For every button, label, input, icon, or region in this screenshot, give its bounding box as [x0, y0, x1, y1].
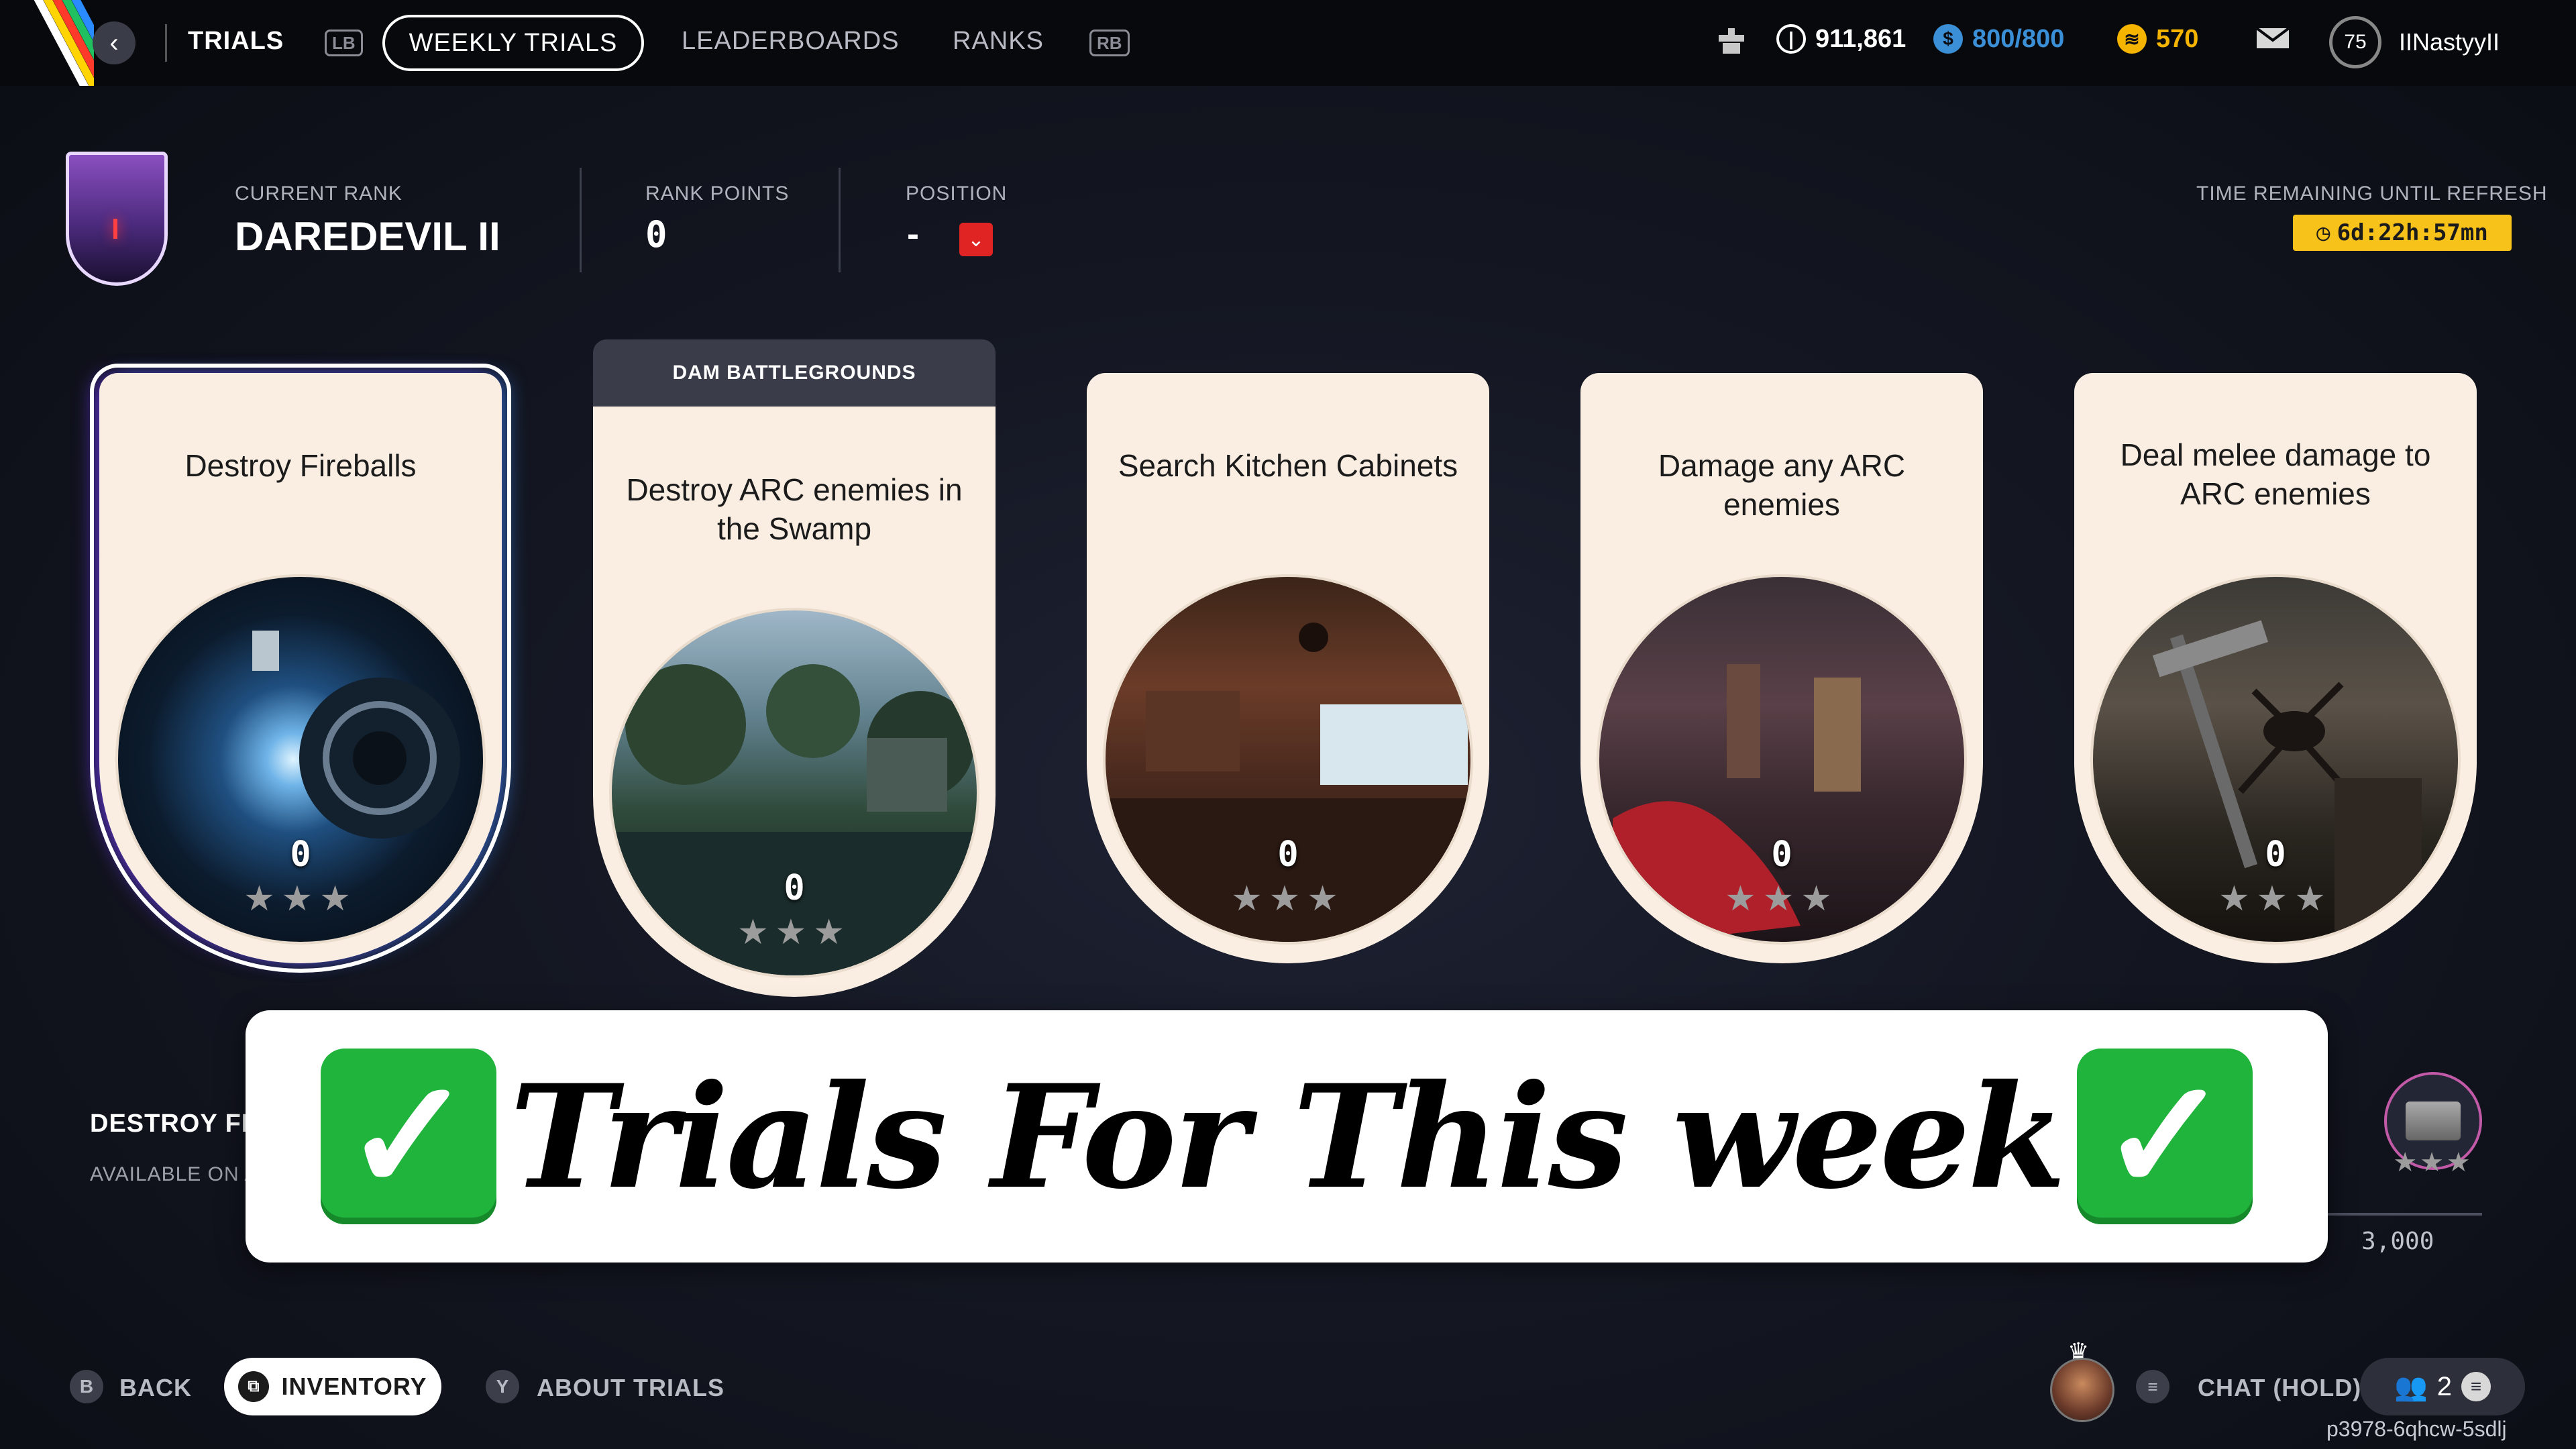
- trial-image: 0 ★★★: [115, 574, 486, 945]
- clock-icon: ◷: [2316, 219, 2330, 246]
- green-check-icon: ✓: [2077, 1049, 2253, 1224]
- lb-button-icon[interactable]: LB: [325, 30, 363, 56]
- token-icon: ≋: [2117, 24, 2147, 54]
- cred-display: $ 800/800: [1933, 24, 2064, 54]
- player-name[interactable]: IINastyyII: [2399, 28, 2500, 56]
- about-trials-button[interactable]: ABOUT TRIALS: [537, 1374, 724, 1402]
- overlay-banner: ✓ Trials For This week ✓: [246, 1010, 2328, 1263]
- trial-card-search-kitchen[interactable]: Search Kitchen Cabinets 0 ★★★: [1087, 373, 1489, 963]
- divider: [839, 168, 841, 272]
- inventory-button[interactable]: ⧉ INVENTORY: [224, 1358, 441, 1415]
- back-button[interactable]: BACK: [119, 1374, 192, 1402]
- trial-image: 0 ★★★: [1103, 574, 1473, 945]
- party-count: 2: [2436, 1371, 2453, 1401]
- coins-value: 911,861: [1815, 24, 1907, 53]
- inventory-icon: ⧉: [238, 1371, 270, 1402]
- session-id: p3978-6qhcw-5sdlj: [2326, 1417, 2507, 1441]
- trial-title: Damage any ARC enemies: [1658, 448, 1906, 522]
- rainbow-logo-stripes: [0, 0, 94, 86]
- inventory-label: INVENTORY: [281, 1373, 427, 1400]
- avatar[interactable]: [2050, 1358, 2114, 1422]
- divider: [580, 168, 582, 272]
- envelope-icon: [2255, 27, 2290, 48]
- map-tag: DAM BATTLEGROUNDS: [593, 339, 996, 407]
- nav-trials[interactable]: TRIALS: [188, 27, 284, 56]
- coins-display: | 911,861: [1776, 24, 1906, 54]
- cred-icon: $: [1933, 24, 1963, 54]
- trial-title: Destroy ARC enemies in the Swamp: [626, 472, 963, 546]
- back-arrow-icon[interactable]: ‹: [93, 21, 136, 64]
- trial-score: 0: [1771, 835, 1792, 875]
- current-rank-value: DAREDEVIL II: [235, 214, 500, 259]
- timer-value: 6d:22h:57mn: [2337, 219, 2488, 246]
- chevron-down-icon[interactable]: ⌄: [959, 223, 993, 256]
- party-button[interactable]: 👥 2 ≡: [2360, 1358, 2525, 1415]
- time-remaining-label: TIME REMAINING UNTIL REFRESH: [2196, 182, 2548, 205]
- position-label: POSITION: [906, 182, 1008, 205]
- selected-trial-title: DESTROY FI: [90, 1110, 250, 1138]
- divider: [165, 24, 167, 62]
- tokens-display: ≋ 570: [2117, 24, 2198, 54]
- coin-icon: |: [1776, 24, 1806, 54]
- y-button-icon[interactable]: Y: [486, 1370, 519, 1403]
- users-icon: 👥: [2394, 1372, 2428, 1402]
- current-rank-label: CURRENT RANK: [235, 182, 402, 205]
- shop-icon: [1719, 28, 1744, 54]
- position-value: -: [907, 214, 919, 254]
- rb-button-icon[interactable]: RB: [1089, 30, 1130, 56]
- trial-card-damage-arc[interactable]: Damage any ARC enemies 0 ★★★: [1580, 373, 1983, 963]
- player-level-badge[interactable]: 75: [2329, 16, 2381, 68]
- trial-title: Destroy Fireballs: [184, 448, 417, 483]
- refresh-timer: ◷ 6d:22h:57mn: [2293, 215, 2512, 251]
- tokens-value: 570: [2156, 24, 2199, 53]
- progress-track: [2328, 1213, 2482, 1216]
- selected-trial-availability: AVAILABLE ON A: [90, 1163, 259, 1185]
- green-check-icon: ✓: [320, 1049, 496, 1224]
- chat-button[interactable]: CHAT (HOLD): [2198, 1374, 2361, 1402]
- trial-image: 0 ★★★: [609, 608, 979, 978]
- mail-icon[interactable]: [2255, 24, 2290, 51]
- menu-icon: ≡: [2461, 1372, 2491, 1401]
- rank-points-value: 0: [645, 213, 667, 256]
- tab-ranks[interactable]: RANKS: [953, 27, 1044, 56]
- top-bar: ‹ TRIALS LB WEEKLY TRIALS LEADERBOARDS R…: [0, 0, 2576, 86]
- trial-stars: ★★★: [1725, 879, 1839, 918]
- trial-image: 0 ★★★: [2090, 574, 2461, 945]
- tab-weekly-trials[interactable]: WEEKLY TRIALS: [382, 15, 644, 71]
- trial-title: Deal melee damage to ARC enemies: [2120, 437, 2431, 511]
- trial-stars: ★★★: [737, 913, 851, 952]
- trial-card-melee-arc[interactable]: Deal melee damage to ARC enemies 0 ★★★: [2074, 373, 2477, 963]
- rank-emblem-icon: [66, 152, 168, 286]
- trial-stars: ★★★: [1231, 879, 1345, 918]
- store-icon[interactable]: [1715, 24, 1748, 58]
- cred-value: 800/800: [1972, 24, 2065, 53]
- rank-points-label: RANK POINTS: [645, 182, 790, 205]
- trial-score: 0: [290, 835, 311, 875]
- reward-stars: ★★★: [2393, 1148, 2473, 1177]
- trial-title: Search Kitchen Cabinets: [1118, 448, 1458, 483]
- trial-stars: ★★★: [244, 879, 358, 918]
- trial-image: 0 ★★★: [1597, 574, 1967, 945]
- reward-points: 3,000: [2361, 1228, 2434, 1255]
- trial-stars: ★★★: [2218, 879, 2332, 918]
- b-button-icon[interactable]: B: [70, 1370, 103, 1403]
- crate-icon: [2406, 1102, 2461, 1140]
- banner-text: Trials For This week: [509, 1053, 2066, 1220]
- trial-score: 0: [784, 868, 805, 908]
- trial-card-destroy-arc-swamp[interactable]: Destroy ARC enemies in the Swamp 0 ★★★: [593, 407, 996, 997]
- trial-score: 0: [2265, 835, 2286, 875]
- menu-button-icon[interactable]: ≡: [2136, 1370, 2169, 1403]
- tab-leaderboards[interactable]: LEADERBOARDS: [682, 27, 900, 56]
- trial-card-destroy-fireballs[interactable]: Destroy Fireballs 0 ★★★: [90, 364, 511, 973]
- trial-score: 0: [1277, 835, 1299, 875]
